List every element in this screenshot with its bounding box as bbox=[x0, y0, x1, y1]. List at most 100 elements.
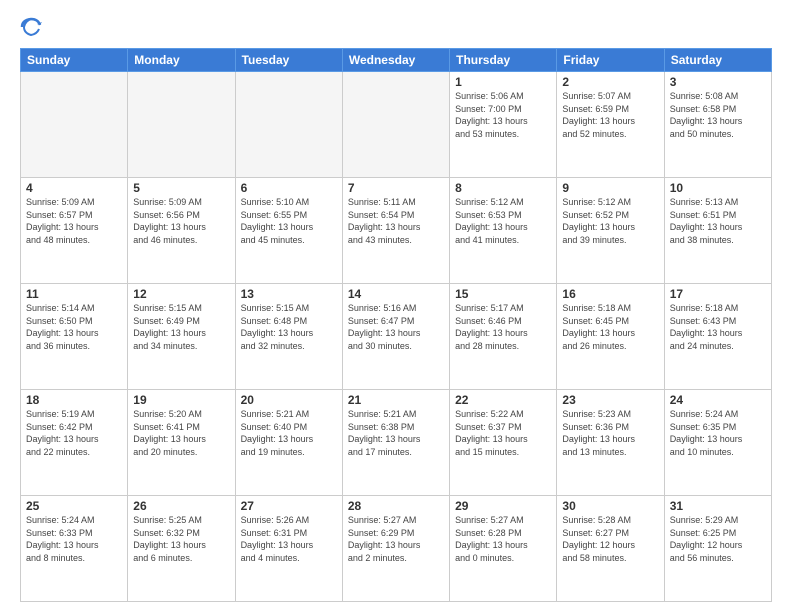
day-number: 13 bbox=[241, 287, 337, 301]
weekday-header-tuesday: Tuesday bbox=[235, 49, 342, 72]
day-info: Sunrise: 5:21 AMSunset: 6:38 PMDaylight:… bbox=[348, 408, 444, 458]
day-info: Sunrise: 5:25 AMSunset: 6:32 PMDaylight:… bbox=[133, 514, 229, 564]
weekday-header-monday: Monday bbox=[128, 49, 235, 72]
day-info: Sunrise: 5:24 AMSunset: 6:35 PMDaylight:… bbox=[670, 408, 766, 458]
calendar-cell: 31Sunrise: 5:29 AMSunset: 6:25 PMDayligh… bbox=[664, 496, 771, 602]
day-number: 17 bbox=[670, 287, 766, 301]
day-number: 7 bbox=[348, 181, 444, 195]
header bbox=[20, 16, 772, 38]
day-number: 2 bbox=[562, 75, 658, 89]
day-number: 16 bbox=[562, 287, 658, 301]
day-info: Sunrise: 5:26 AMSunset: 6:31 PMDaylight:… bbox=[241, 514, 337, 564]
calendar-cell: 22Sunrise: 5:22 AMSunset: 6:37 PMDayligh… bbox=[450, 390, 557, 496]
day-number: 30 bbox=[562, 499, 658, 513]
day-number: 23 bbox=[562, 393, 658, 407]
calendar-cell: 26Sunrise: 5:25 AMSunset: 6:32 PMDayligh… bbox=[128, 496, 235, 602]
day-info: Sunrise: 5:15 AMSunset: 6:49 PMDaylight:… bbox=[133, 302, 229, 352]
day-number: 22 bbox=[455, 393, 551, 407]
day-info: Sunrise: 5:21 AMSunset: 6:40 PMDaylight:… bbox=[241, 408, 337, 458]
day-info: Sunrise: 5:12 AMSunset: 6:52 PMDaylight:… bbox=[562, 196, 658, 246]
day-number: 31 bbox=[670, 499, 766, 513]
calendar-cell: 16Sunrise: 5:18 AMSunset: 6:45 PMDayligh… bbox=[557, 284, 664, 390]
day-info: Sunrise: 5:10 AMSunset: 6:55 PMDaylight:… bbox=[241, 196, 337, 246]
calendar-cell: 5Sunrise: 5:09 AMSunset: 6:56 PMDaylight… bbox=[128, 178, 235, 284]
calendar-cell: 18Sunrise: 5:19 AMSunset: 6:42 PMDayligh… bbox=[21, 390, 128, 496]
calendar-cell: 15Sunrise: 5:17 AMSunset: 6:46 PMDayligh… bbox=[450, 284, 557, 390]
day-info: Sunrise: 5:27 AMSunset: 6:29 PMDaylight:… bbox=[348, 514, 444, 564]
calendar-cell bbox=[342, 72, 449, 178]
weekday-header-sunday: Sunday bbox=[21, 49, 128, 72]
calendar-week-1: 1Sunrise: 5:06 AMSunset: 7:00 PMDaylight… bbox=[21, 72, 772, 178]
calendar-table: SundayMondayTuesdayWednesdayThursdayFrid… bbox=[20, 48, 772, 602]
day-info: Sunrise: 5:14 AMSunset: 6:50 PMDaylight:… bbox=[26, 302, 122, 352]
day-info: Sunrise: 5:15 AMSunset: 6:48 PMDaylight:… bbox=[241, 302, 337, 352]
day-number: 25 bbox=[26, 499, 122, 513]
calendar-cell bbox=[235, 72, 342, 178]
day-info: Sunrise: 5:12 AMSunset: 6:53 PMDaylight:… bbox=[455, 196, 551, 246]
calendar-cell: 30Sunrise: 5:28 AMSunset: 6:27 PMDayligh… bbox=[557, 496, 664, 602]
day-info: Sunrise: 5:11 AMSunset: 6:54 PMDaylight:… bbox=[348, 196, 444, 246]
calendar-cell: 3Sunrise: 5:08 AMSunset: 6:58 PMDaylight… bbox=[664, 72, 771, 178]
calendar-cell: 19Sunrise: 5:20 AMSunset: 6:41 PMDayligh… bbox=[128, 390, 235, 496]
calendar-cell: 24Sunrise: 5:24 AMSunset: 6:35 PMDayligh… bbox=[664, 390, 771, 496]
calendar-cell bbox=[128, 72, 235, 178]
page: SundayMondayTuesdayWednesdayThursdayFrid… bbox=[0, 0, 792, 612]
day-number: 6 bbox=[241, 181, 337, 195]
weekday-header-row: SundayMondayTuesdayWednesdayThursdayFrid… bbox=[21, 49, 772, 72]
weekday-header-saturday: Saturday bbox=[664, 49, 771, 72]
calendar-cell: 20Sunrise: 5:21 AMSunset: 6:40 PMDayligh… bbox=[235, 390, 342, 496]
day-number: 15 bbox=[455, 287, 551, 301]
day-number: 11 bbox=[26, 287, 122, 301]
calendar-cell: 2Sunrise: 5:07 AMSunset: 6:59 PMDaylight… bbox=[557, 72, 664, 178]
day-info: Sunrise: 5:27 AMSunset: 6:28 PMDaylight:… bbox=[455, 514, 551, 564]
calendar-week-5: 25Sunrise: 5:24 AMSunset: 6:33 PMDayligh… bbox=[21, 496, 772, 602]
day-number: 20 bbox=[241, 393, 337, 407]
calendar-cell: 21Sunrise: 5:21 AMSunset: 6:38 PMDayligh… bbox=[342, 390, 449, 496]
calendar-cell: 9Sunrise: 5:12 AMSunset: 6:52 PMDaylight… bbox=[557, 178, 664, 284]
calendar-cell: 29Sunrise: 5:27 AMSunset: 6:28 PMDayligh… bbox=[450, 496, 557, 602]
calendar-cell: 11Sunrise: 5:14 AMSunset: 6:50 PMDayligh… bbox=[21, 284, 128, 390]
day-number: 10 bbox=[670, 181, 766, 195]
day-number: 5 bbox=[133, 181, 229, 195]
day-number: 21 bbox=[348, 393, 444, 407]
weekday-header-wednesday: Wednesday bbox=[342, 49, 449, 72]
logo-icon bbox=[20, 16, 42, 38]
calendar-week-2: 4Sunrise: 5:09 AMSunset: 6:57 PMDaylight… bbox=[21, 178, 772, 284]
day-number: 8 bbox=[455, 181, 551, 195]
calendar-cell: 17Sunrise: 5:18 AMSunset: 6:43 PMDayligh… bbox=[664, 284, 771, 390]
calendar-cell: 23Sunrise: 5:23 AMSunset: 6:36 PMDayligh… bbox=[557, 390, 664, 496]
day-info: Sunrise: 5:24 AMSunset: 6:33 PMDaylight:… bbox=[26, 514, 122, 564]
day-number: 19 bbox=[133, 393, 229, 407]
day-info: Sunrise: 5:23 AMSunset: 6:36 PMDaylight:… bbox=[562, 408, 658, 458]
calendar-cell: 13Sunrise: 5:15 AMSunset: 6:48 PMDayligh… bbox=[235, 284, 342, 390]
day-info: Sunrise: 5:28 AMSunset: 6:27 PMDaylight:… bbox=[562, 514, 658, 564]
day-info: Sunrise: 5:29 AMSunset: 6:25 PMDaylight:… bbox=[670, 514, 766, 564]
day-info: Sunrise: 5:16 AMSunset: 6:47 PMDaylight:… bbox=[348, 302, 444, 352]
calendar-cell: 10Sunrise: 5:13 AMSunset: 6:51 PMDayligh… bbox=[664, 178, 771, 284]
day-info: Sunrise: 5:13 AMSunset: 6:51 PMDaylight:… bbox=[670, 196, 766, 246]
day-info: Sunrise: 5:09 AMSunset: 6:57 PMDaylight:… bbox=[26, 196, 122, 246]
day-number: 3 bbox=[670, 75, 766, 89]
day-number: 26 bbox=[133, 499, 229, 513]
day-info: Sunrise: 5:20 AMSunset: 6:41 PMDaylight:… bbox=[133, 408, 229, 458]
day-info: Sunrise: 5:19 AMSunset: 6:42 PMDaylight:… bbox=[26, 408, 122, 458]
day-info: Sunrise: 5:18 AMSunset: 6:43 PMDaylight:… bbox=[670, 302, 766, 352]
weekday-header-friday: Friday bbox=[557, 49, 664, 72]
day-info: Sunrise: 5:06 AMSunset: 7:00 PMDaylight:… bbox=[455, 90, 551, 140]
calendar-cell: 1Sunrise: 5:06 AMSunset: 7:00 PMDaylight… bbox=[450, 72, 557, 178]
calendar-cell: 12Sunrise: 5:15 AMSunset: 6:49 PMDayligh… bbox=[128, 284, 235, 390]
day-info: Sunrise: 5:17 AMSunset: 6:46 PMDaylight:… bbox=[455, 302, 551, 352]
day-info: Sunrise: 5:18 AMSunset: 6:45 PMDaylight:… bbox=[562, 302, 658, 352]
day-info: Sunrise: 5:09 AMSunset: 6:56 PMDaylight:… bbox=[133, 196, 229, 246]
calendar-cell: 27Sunrise: 5:26 AMSunset: 6:31 PMDayligh… bbox=[235, 496, 342, 602]
day-info: Sunrise: 5:08 AMSunset: 6:58 PMDaylight:… bbox=[670, 90, 766, 140]
calendar-cell: 6Sunrise: 5:10 AMSunset: 6:55 PMDaylight… bbox=[235, 178, 342, 284]
calendar-cell: 4Sunrise: 5:09 AMSunset: 6:57 PMDaylight… bbox=[21, 178, 128, 284]
day-number: 12 bbox=[133, 287, 229, 301]
day-number: 4 bbox=[26, 181, 122, 195]
logo bbox=[20, 16, 46, 38]
day-number: 9 bbox=[562, 181, 658, 195]
calendar-cell: 25Sunrise: 5:24 AMSunset: 6:33 PMDayligh… bbox=[21, 496, 128, 602]
day-number: 24 bbox=[670, 393, 766, 407]
day-number: 1 bbox=[455, 75, 551, 89]
